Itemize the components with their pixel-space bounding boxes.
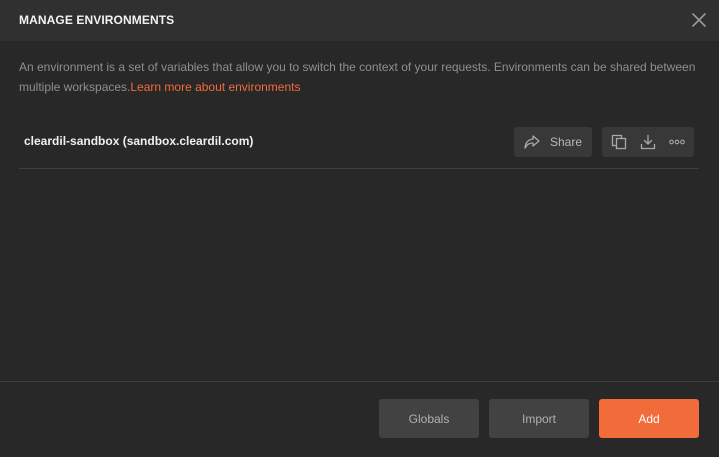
duplicate-icon [611, 134, 626, 150]
description-text: An environment is a set of variables tha… [19, 57, 699, 97]
learn-more-link[interactable]: Learn more about environments [130, 80, 300, 94]
close-icon [692, 13, 706, 27]
share-button[interactable]: Share [514, 127, 592, 157]
environment-row[interactable]: cleardil-sandbox (sandbox.cleardil.com) … [19, 126, 699, 169]
environment-name[interactable]: cleardil-sandbox (sandbox.cleardil.com) [24, 134, 253, 148]
share-label: Share [550, 135, 583, 149]
download-icon [640, 134, 656, 150]
modal-footer: Globals Import Add [0, 381, 719, 457]
close-button[interactable] [689, 10, 709, 30]
import-button[interactable]: Import [489, 399, 589, 438]
environment-actions [602, 127, 694, 157]
modal-header: MANAGE ENVIRONMENTS [0, 0, 719, 41]
manage-environments-modal: MANAGE ENVIRONMENTS An environment is a … [0, 0, 719, 457]
modal-title: MANAGE ENVIRONMENTS [19, 13, 175, 27]
more-options-button[interactable] [665, 130, 689, 154]
globals-button[interactable]: Globals [379, 399, 479, 438]
add-button[interactable]: Add [599, 399, 699, 438]
download-button[interactable] [636, 130, 660, 154]
description-body: An environment is a set of variables tha… [19, 60, 696, 94]
more-icon [669, 139, 686, 145]
share-icon [524, 135, 540, 149]
duplicate-button[interactable] [607, 130, 631, 154]
